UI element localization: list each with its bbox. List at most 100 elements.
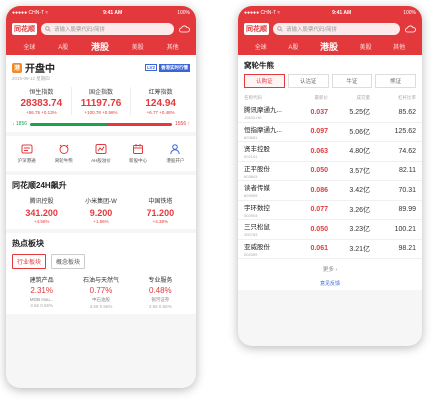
volume: 5.06亿 bbox=[349, 128, 370, 136]
leverage-ratio: 82.11 bbox=[399, 167, 416, 175]
quick-connect[interactable]: 沪深港通 bbox=[11, 143, 43, 164]
feedback-link[interactable]: 意见反馈 bbox=[238, 277, 422, 290]
name-cell: 贤丰控股 002141 bbox=[244, 143, 294, 159]
name-cell: 三只松鼠 300783 bbox=[244, 221, 294, 237]
market-status-title: 开盘中 bbox=[25, 64, 55, 75]
quick-open-account[interactable]: 港股开户 bbox=[159, 143, 191, 164]
carrier: ●●●●● CHN-T ≈ bbox=[244, 10, 281, 16]
phone-hk-market: ●●●●● CHN-T ≈ 9:41 AM 100% 同花顺 请输入股票代码/简… bbox=[6, 6, 196, 388]
warrant-name: 宇环数控 bbox=[244, 204, 270, 212]
tab-concept-sectors[interactable]: 概念板块 bbox=[51, 254, 86, 269]
tab-other[interactable]: 其他 bbox=[167, 42, 179, 51]
lv2-tag[interactable]: LV2 bbox=[145, 64, 157, 71]
table-row[interactable]: 三只松鼠 300783 0.050 3.23亿 100.21 bbox=[238, 220, 422, 240]
hot-stock-item[interactable]: 腾讯控股 341.200 +4.56% bbox=[12, 196, 71, 224]
ah-icon bbox=[95, 143, 107, 155]
sector-item[interactable]: 建筑产品 2.31% MOB Hou... 3.56 0.56% bbox=[12, 275, 71, 309]
leverage-ratio: 100.21 bbox=[394, 225, 416, 233]
hot-stock-item[interactable]: 小米集团-W 9.200 +1.56% bbox=[71, 196, 130, 224]
sector-leader: 中石油股 bbox=[91, 297, 110, 302]
market-tabs: 全球 A股 港股 美股 其他 bbox=[12, 38, 190, 55]
tab-us-stocks[interactable]: 美股 bbox=[132, 42, 144, 51]
table-row[interactable]: 恒指摩通九... 603681 0.097 5.06亿 125.62 bbox=[238, 122, 422, 142]
tab-bear-cbbc[interactable]: 熊证 bbox=[375, 74, 416, 88]
latest-price: 0.097 bbox=[310, 128, 328, 136]
sector-name: 专业服务 bbox=[148, 278, 173, 284]
tab-us-stocks[interactable]: 美股 bbox=[360, 42, 372, 51]
app-logo[interactable]: 同花顺 bbox=[244, 23, 269, 35]
latest-price: 0.063 bbox=[310, 147, 328, 155]
search-placeholder: 请输入股票代码/简拼 bbox=[54, 27, 106, 33]
tab-a-shares[interactable]: A股 bbox=[288, 42, 298, 51]
warrant-name: 亚威股份 bbox=[244, 243, 270, 251]
realtime-tag[interactable]: 香港实时行情 bbox=[159, 63, 190, 72]
warrant-code: 300783 bbox=[244, 232, 258, 238]
quick-warrants[interactable]: 窝轮牛熊 bbox=[48, 143, 80, 164]
sector-name: 建筑产品 bbox=[29, 278, 54, 284]
tab-other[interactable]: 其他 bbox=[393, 42, 405, 51]
warrant-code: 603843 bbox=[244, 173, 258, 179]
index-red-chip[interactable]: 红筹指数 124.94 +6.77 +0.48% bbox=[131, 87, 190, 115]
table-row[interactable]: 正平股份 603843 0.050 3.57亿 82.11 bbox=[238, 161, 422, 181]
header-leverage[interactable]: 杠杆比率 bbox=[370, 95, 416, 101]
carrier: ●●●●● CHN-T ≈ bbox=[12, 10, 49, 16]
table-header: 名称代码 最新价 成交量 杠杆比率 bbox=[238, 91, 422, 103]
cloud-icon[interactable] bbox=[178, 24, 190, 34]
sector-item[interactable]: 专业服务 0.48% 银河证券 3.56 0.56% bbox=[131, 275, 190, 309]
tab-global[interactable]: 全球 bbox=[255, 42, 267, 51]
person-icon bbox=[169, 143, 181, 155]
link-icon bbox=[21, 143, 33, 155]
search-placeholder: 请输入股票代码/简拼 bbox=[286, 27, 338, 33]
index-hsi[interactable]: 恒生指数 28383.74 +56.75 +0.13% bbox=[12, 87, 72, 115]
app-logo[interactable]: 同花顺 bbox=[12, 23, 37, 35]
search-input[interactable]: 请输入股票代码/简拼 bbox=[273, 23, 400, 35]
table-row[interactable]: 亚威股份 002559 0.061 3.21亿 98.21 bbox=[238, 239, 422, 259]
sector-item[interactable]: 石油与天然气 0.77% 中石油股 3.56 0.56% bbox=[71, 275, 130, 309]
quick-label: AH股溢价 bbox=[91, 158, 111, 163]
table-row[interactable]: 腾讯摩通九... 19633.HK 0.037 5.25亿 85.62 bbox=[238, 103, 422, 123]
tab-put-warrants[interactable]: 认沽证 bbox=[287, 74, 329, 88]
header-latest-price[interactable]: 最新价 bbox=[294, 95, 329, 101]
quick-ipo-center[interactable]: 新股中心 bbox=[122, 143, 154, 164]
tab-hk-stocks[interactable]: 港股 bbox=[91, 40, 109, 53]
leverage-ratio: 70.31 bbox=[398, 186, 416, 194]
tab-call-warrants[interactable]: 认购证 bbox=[244, 74, 285, 88]
quick-label: 窝轮牛熊 bbox=[54, 158, 73, 163]
hot-24h-card: 同花顺24H飙升 腾讯控股 341.200 +4.56% 小米集团-W 9.20… bbox=[6, 175, 196, 229]
table-row[interactable]: 宇环数控 002903 0.077 3.26亿 89.99 bbox=[238, 200, 422, 220]
hot-sectors-card: 热点板块 行业板块 概念板块 建筑产品 2.31% MOB Hou... 3.5… bbox=[6, 233, 196, 314]
index-value: 124.94 bbox=[145, 98, 176, 109]
leverage-ratio: 125.62 bbox=[394, 128, 416, 136]
market-tabs: 全球 A股 港股 美股 其他 bbox=[244, 38, 416, 55]
search-icon bbox=[45, 26, 51, 32]
table-row[interactable]: 读者传媒 603999 0.086 3.42亿 70.31 bbox=[238, 181, 422, 201]
warrant-name: 读者传媒 bbox=[244, 185, 270, 193]
warrant-name: 恒指摩通九... bbox=[244, 126, 282, 134]
tab-global[interactable]: 全球 bbox=[23, 42, 35, 51]
warrant-code: 002141 bbox=[244, 154, 258, 160]
search-input[interactable]: 请输入股票代码/简拼 bbox=[41, 23, 174, 35]
more-link[interactable]: 更多 › bbox=[238, 259, 422, 277]
table-row[interactable]: 贤丰控股 002141 0.063 4.80亿 74.62 bbox=[238, 142, 422, 162]
volume: 5.25亿 bbox=[349, 109, 370, 117]
latest-price: 0.050 bbox=[310, 167, 328, 175]
stock-change: +4.38% bbox=[152, 219, 169, 224]
hot-stock-item[interactable]: 中国铁塔 71.200 +4.38% bbox=[131, 196, 190, 224]
index-hscei[interactable]: 国企指数 11197.76 +100.78 +0.56% bbox=[72, 87, 132, 115]
tab-industry-sectors[interactable]: 行业板块 bbox=[12, 254, 47, 269]
tab-hk-stocks[interactable]: 港股 bbox=[320, 40, 338, 53]
tab-bull-cbbc[interactable]: 牛证 bbox=[331, 74, 373, 88]
header-name-code[interactable]: 名称代码 bbox=[244, 95, 294, 101]
sector-leader: 银河证券 bbox=[151, 297, 170, 302]
warrant-code: 002903 bbox=[244, 212, 258, 218]
tab-a-shares[interactable]: A股 bbox=[58, 42, 68, 51]
cloud-icon[interactable] bbox=[404, 24, 416, 34]
quick-ah-premium[interactable]: AH股溢价 bbox=[85, 143, 117, 164]
page-title: 窝轮牛熊 bbox=[238, 55, 422, 74]
index-name: 红筹指数 bbox=[148, 90, 173, 96]
sector-leader-change: 3.56 0.56% bbox=[148, 304, 172, 309]
header-volume[interactable]: 成交量 bbox=[328, 95, 371, 101]
index-change: +6.77 +0.48% bbox=[146, 110, 175, 115]
name-cell: 宇环数控 002903 bbox=[244, 202, 294, 218]
sector-pct: 0.77% bbox=[89, 286, 113, 295]
